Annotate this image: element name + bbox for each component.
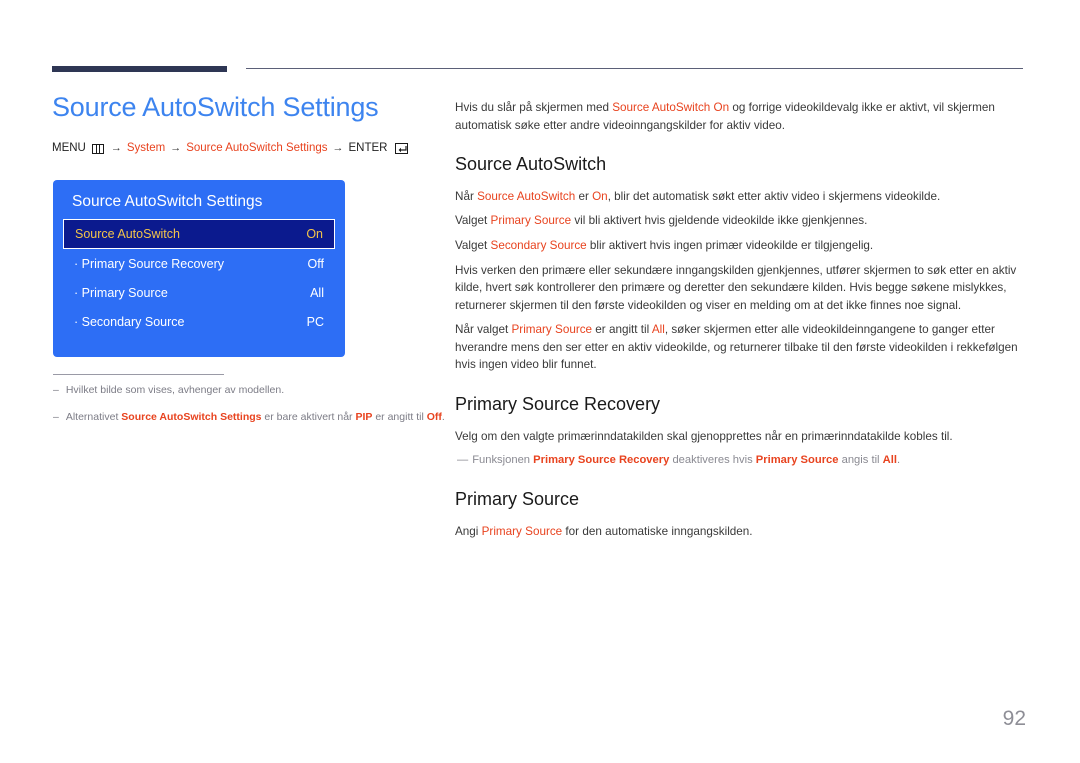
highlight-term: Primary Source — [481, 524, 563, 538]
left-column: Source AutoSwitch Settings MENU → System… — [52, 92, 427, 171]
text-run: deaktiveres hvis — [669, 454, 756, 467]
osd-row[interactable]: · Primary Source All — [63, 278, 335, 307]
header-rule-thin — [246, 68, 1023, 69]
text-run: Alternativet — [65, 410, 122, 423]
section-list: Source AutoSwitch Når Source AutoSwitch e… — [455, 154, 1025, 541]
breadcrumb-enter-label: ENTER — [348, 142, 388, 155]
page-number: 92 — [1002, 707, 1026, 730]
text-run: er angitt til — [372, 410, 427, 423]
text-run: for den automatiske inngangskilden. — [562, 524, 753, 538]
note-dash: — — [457, 454, 469, 467]
highlight-term: Secondary Source — [490, 238, 587, 252]
breadcrumb-menu-label: MENU — [52, 142, 86, 155]
text-run: Angi — [455, 524, 482, 538]
highlight-term: Primary Source Recovery — [533, 454, 670, 467]
text-run: . — [896, 454, 901, 467]
text-run: vil bli aktivert hvis gjeldende videokil… — [571, 214, 868, 228]
footnote: – Alternativet Source AutoSwitch Settings… — [53, 410, 445, 426]
highlight-term: Source AutoSwitch On — [612, 101, 730, 114]
right-column: Hvis du slår på skjermen med Source Auto… — [455, 99, 1025, 547]
breadcrumb-item-source-autoswitch-settings[interactable]: Source AutoSwitch Settings — [186, 143, 327, 155]
menu-grid-icon — [91, 143, 104, 154]
highlight-term: Primary Source — [490, 214, 572, 228]
intro-paragraph: Hvis du slår på skjermen med Source Auto… — [455, 99, 1025, 134]
breadcrumb-arrow-3: → — [332, 142, 344, 155]
highlight-term: Off — [426, 410, 442, 423]
section-paragraph: Angi Primary Source for den automatiske … — [455, 523, 1025, 541]
osd-row-value: All — [310, 285, 324, 300]
osd-row[interactable]: · Primary Source Recovery Off — [63, 249, 335, 278]
text-run: er — [575, 189, 593, 203]
footnote-dash: – — [53, 410, 59, 423]
highlight-term: Source AutoSwitch Settings — [121, 410, 262, 423]
breadcrumb-item-system[interactable]: System — [127, 143, 165, 155]
osd-row[interactable]: Source AutoSwitch On — [63, 219, 335, 250]
osd-row-value: PC — [306, 314, 324, 329]
osd-panel-title: Source AutoSwitch Settings — [72, 193, 263, 210]
text-run: Velg om den valgte primærinndatakilden s… — [455, 429, 953, 443]
text-run: Hvis verken den primære eller sekundære … — [455, 263, 1017, 312]
highlight-term: PIP — [355, 410, 373, 423]
osd-row-list: Source AutoSwitch On · Primary Source Reco… — [53, 219, 345, 336]
footnote: – Hvilket bilde som vises, avhenger av mo… — [53, 383, 423, 399]
page-title: Source AutoSwitch Settings — [52, 92, 379, 122]
text-run: er bare aktivert når — [261, 410, 356, 423]
section-heading: Source AutoSwitch — [455, 154, 607, 175]
osd-row-label: · Primary Source — [74, 285, 168, 300]
text-run: Valget — [455, 238, 491, 252]
highlight-term: Primary Source — [755, 454, 839, 467]
section-paragraph: Hvis verken den primære eller sekundære … — [455, 262, 1025, 315]
highlight-term: All — [651, 323, 665, 337]
text-run: . — [441, 410, 445, 423]
section-paragraph: Når Source AutoSwitch er On, blir det au… — [455, 188, 1025, 206]
enter-return-icon — [395, 143, 409, 155]
section-paragraph: Når valget Primary Source er angitt til … — [455, 321, 1025, 374]
footnote-divider — [53, 374, 224, 375]
breadcrumb-arrow-1: → — [110, 142, 122, 155]
section-note: — Funksjonen Primary Source Recovery deak… — [455, 452, 1025, 469]
text-run: Hvilket bilde som vises, avhenger av mod… — [65, 384, 285, 396]
section-heading: Primary Source — [455, 488, 580, 509]
highlight-term: All — [882, 454, 897, 467]
osd-row-label: Source AutoSwitch — [75, 227, 180, 242]
section-paragraph: Velg om den valgte primærinndatakilden s… — [455, 428, 1025, 446]
content-section: Primary Source Angi Primary Source for de… — [455, 488, 1025, 541]
text-run: , blir det automatisk søkt etter aktiv v… — [607, 189, 941, 203]
content-section: Source AutoSwitch Når Source AutoSwitch e… — [455, 154, 1025, 374]
text-run: blir aktivert hvis ingen primær videokil… — [586, 238, 874, 252]
text-run: er angitt til — [592, 323, 652, 337]
text-run: Funksjonen — [472, 454, 534, 467]
osd-row[interactable]: · Secondary Source PC — [63, 307, 335, 336]
footnote-list: – Hvilket bilde som vises, avhenger av mo… — [53, 383, 445, 437]
highlight-term: Primary Source — [511, 323, 593, 337]
header-rule-thick — [52, 66, 227, 72]
section-paragraph: Valget Primary Source vil bli aktivert h… — [455, 212, 1025, 230]
osd-row-label: · Secondary Source — [74, 314, 185, 329]
text-run: Valget — [455, 214, 491, 228]
content-section: Primary Source Recovery Velg om den valgt… — [455, 393, 1025, 469]
footnote-dash: – — [53, 384, 59, 396]
breadcrumb-arrow-2: → — [170, 142, 182, 155]
osd-panel: Source AutoSwitch Settings Source AutoSw… — [53, 180, 345, 357]
text-run: Når valget — [455, 323, 512, 337]
osd-row-value: On — [306, 227, 323, 242]
highlight-term: Source AutoSwitch — [477, 189, 576, 203]
osd-row-value: Off — [307, 256, 324, 271]
osd-row-label: · Primary Source Recovery — [74, 256, 225, 271]
breadcrumb: MENU → System → Source AutoSwitch Settin… — [52, 143, 427, 155]
text-run: Når — [455, 189, 478, 203]
section-heading: Primary Source Recovery — [455, 393, 661, 414]
text-run: angis til — [838, 454, 883, 467]
text-run: Hvis du slår på skjermen med — [455, 101, 613, 114]
highlight-term: On — [592, 189, 608, 203]
section-paragraph: Valget Secondary Source blir aktivert hv… — [455, 237, 1025, 255]
